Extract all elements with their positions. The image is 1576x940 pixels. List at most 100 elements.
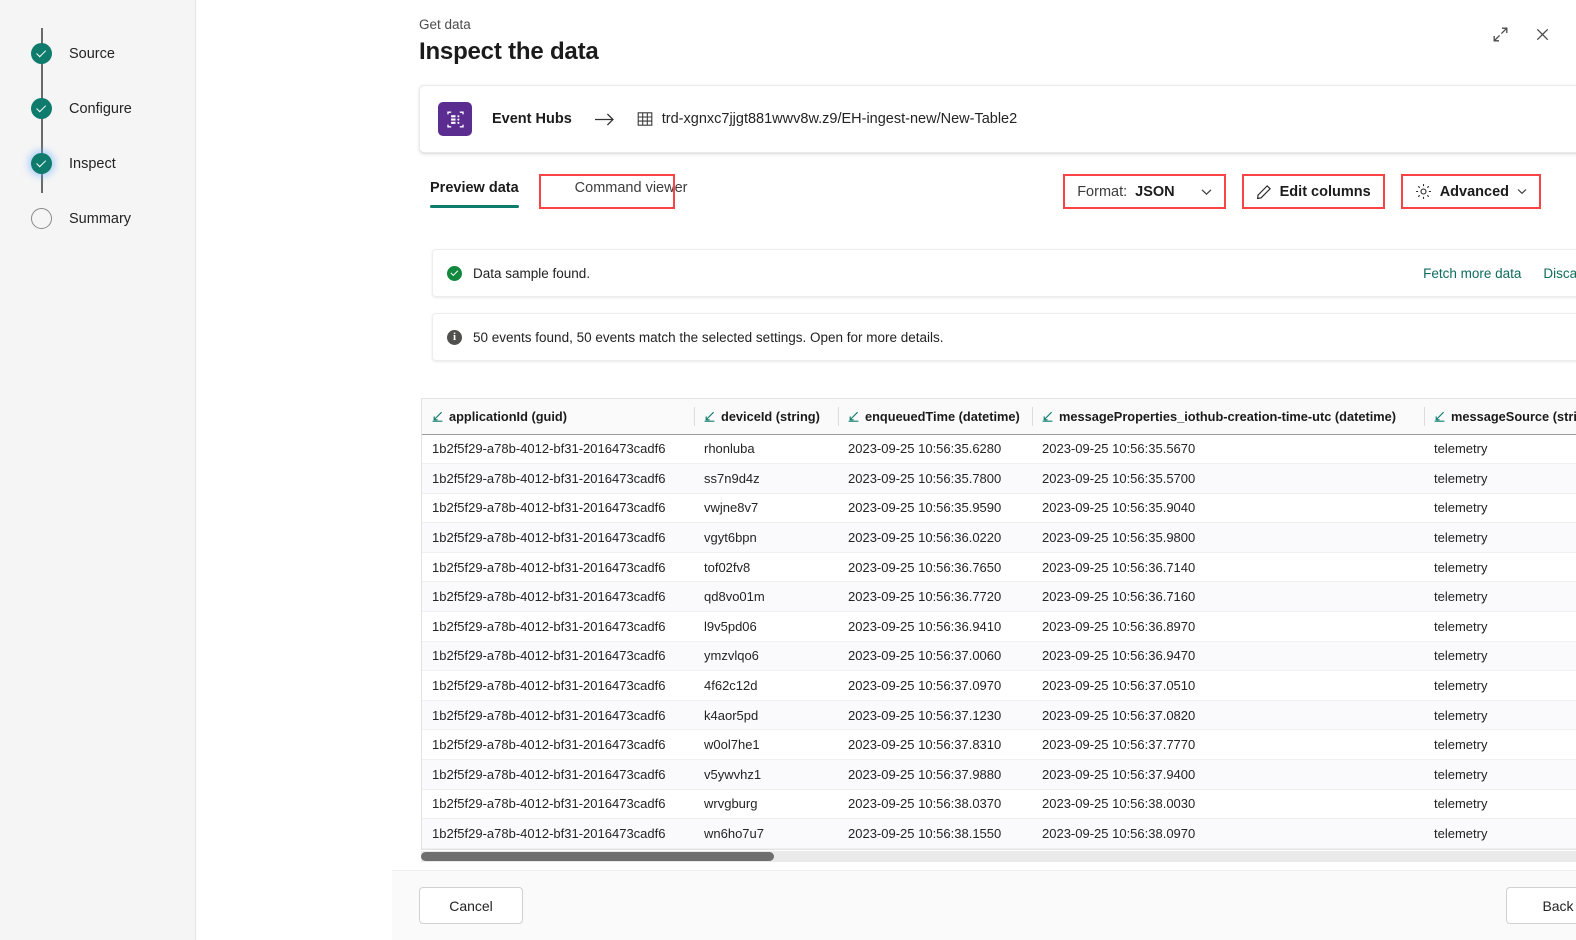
advanced-label: Advanced [1439, 183, 1509, 200]
table-row[interactable]: 1b2f5f29-a78b-4012-bf31-2016473cadf6 tof0… [422, 552, 1576, 583]
sidebar-step-inspect[interactable]: Inspect [0, 136, 195, 191]
table-cell: rhonluba [694, 434, 838, 465]
step-complete-check-icon [31, 98, 52, 119]
format-label: Format: [1077, 183, 1128, 200]
column-header-label: enqueuedTime (datetime) [865, 408, 1020, 424]
table-cell: 2023-09-25 10:56:36.8970 [1032, 611, 1424, 642]
table-cell: 1b2f5f29-a78b-4012-bf31-2016473cadf6 [422, 818, 694, 849]
table-cell: 1b2f5f29-a78b-4012-bf31-2016473cadf6 [422, 493, 694, 524]
table-cell: ymzvlqo6 [694, 641, 838, 672]
table-cell: 2023-09-25 10:56:38.0030 [1032, 789, 1424, 820]
table-cell: 2023-09-25 10:56:35.9040 [1032, 493, 1424, 524]
table-cell: wrvgburg [694, 789, 838, 820]
table-cell: 2023-09-25 10:56:35.5670 [1032, 434, 1424, 465]
table-cell: 1b2f5f29-a78b-4012-bf31-2016473cadf6 [422, 789, 694, 820]
preview-data-grid[interactable]: applicationId (guid) deviceId (string) enq… [421, 398, 1576, 850]
table-row[interactable]: 1b2f5f29-a78b-4012-bf31-2016473cadf6 4f62… [422, 670, 1576, 701]
column-header-enqueuedTime[interactable]: enqueuedTime (datetime) [838, 399, 1032, 435]
table-cell: 4f62c12d [694, 670, 838, 701]
table-row[interactable]: 1b2f5f29-a78b-4012-bf31-2016473cadf6 vgyt… [422, 522, 1576, 553]
table-header-row: applicationId (guid) deviceId (string) enq… [422, 399, 1576, 435]
table-row[interactable]: 1b2f5f29-a78b-4012-bf31-2016473cadf6 ss7n… [422, 463, 1576, 494]
table-row[interactable]: 1b2f5f29-a78b-4012-bf31-2016473cadf6 ymzv… [422, 641, 1576, 672]
table-row[interactable]: 1b2f5f29-a78b-4012-bf31-2016473cadf6 wn6h… [422, 818, 1576, 849]
horizontal-scrollbar[interactable] [421, 851, 1576, 862]
sort-icon [848, 411, 859, 422]
table-cell: l9v5pd06 [694, 611, 838, 642]
chevron-down-icon [1517, 188, 1527, 195]
edit-columns-button[interactable]: Edit columns [1241, 174, 1385, 209]
discard-and-fetch-new-data-link[interactable]: Discard and fetch new data [1543, 266, 1576, 281]
sort-icon [704, 411, 715, 422]
table-cell: 2023-09-25 10:56:35.7800 [838, 463, 1032, 494]
column-header-messageSource[interactable]: messageSource (string) [1424, 399, 1576, 435]
success-check-icon [447, 265, 462, 281]
data-sample-status-bar: Data sample found. Fetch more data Disca… [432, 249, 1576, 297]
table-cell: 2023-09-25 10:56:35.9800 [1032, 522, 1424, 553]
table-cell: 2023-09-25 10:56:37.7770 [1032, 729, 1424, 761]
chevron-down-icon [1201, 188, 1212, 196]
step-complete-check-icon [31, 43, 52, 64]
table-row[interactable]: 1b2f5f29-a78b-4012-bf31-2016473cadf6 v5yw… [422, 759, 1576, 790]
table-cell: 2023-09-25 10:56:36.7160 [1032, 581, 1424, 613]
column-header-applicationId[interactable]: applicationId (guid) [422, 399, 694, 435]
table-cell: 1b2f5f29-a78b-4012-bf31-2016473cadf6 [422, 552, 694, 583]
data-sample-status-text: Data sample found. [473, 265, 591, 281]
step-label: Summary [69, 210, 132, 227]
column-header-messageProperties_iothub-creation-time-utc[interactable]: messageProperties_iothub-creation-time-u… [1032, 399, 1424, 435]
back-button[interactable]: Back [1506, 887, 1576, 924]
table-cell: qd8vo01m [694, 581, 838, 613]
table-cell: k4aor5pd [694, 700, 838, 731]
table-row[interactable]: 1b2f5f29-a78b-4012-bf31-2016473cadf6 w0ol… [422, 729, 1576, 761]
format-selector[interactable]: Format: JSON [1063, 174, 1226, 209]
table-cell: 2023-09-25 10:56:37.9400 [1032, 759, 1424, 790]
table-cell: 2023-09-25 10:56:35.9590 [838, 493, 1032, 524]
info-icon: i [447, 329, 462, 345]
table-cell: 1b2f5f29-a78b-4012-bf31-2016473cadf6 [422, 522, 694, 553]
fetch-more-data-link[interactable]: Fetch more data [1423, 266, 1521, 281]
sidebar-step-source[interactable]: Source [0, 26, 195, 81]
step-label: Inspect [69, 155, 116, 172]
destination-path: trd-xgnxc7jjgt881wwv8w.z9/EH-ingest-new/… [661, 111, 1018, 127]
wizard-footer: Cancel Back Finish [392, 870, 1576, 940]
expand-icon[interactable] [1484, 18, 1516, 50]
page-title: Inspect the data [419, 38, 599, 65]
advanced-button[interactable]: Advanced [1400, 174, 1541, 209]
sidebar-step-summary[interactable]: Summary [0, 191, 195, 246]
table-cell: 1b2f5f29-a78b-4012-bf31-2016473cadf6 [422, 759, 694, 790]
table-row[interactable]: 1b2f5f29-a78b-4012-bf31-2016473cadf6 wrvg… [422, 789, 1576, 820]
table-cell: 2023-09-25 10:56:37.0970 [838, 670, 1032, 701]
table-row[interactable]: 1b2f5f29-a78b-4012-bf31-2016473cadf6 k4ao… [422, 700, 1576, 731]
sidebar-step-configure[interactable]: Configure [0, 81, 195, 136]
table-row[interactable]: 1b2f5f29-a78b-4012-bf31-2016473cadf6 rhon… [422, 434, 1576, 465]
table-cell: 2023-09-25 10:56:37.1230 [838, 700, 1032, 731]
tab-command-viewer[interactable]: Command viewer [563, 176, 700, 208]
sort-icon [1042, 411, 1053, 422]
table-row[interactable]: 1b2f5f29-a78b-4012-bf31-2016473cadf6 l9v5… [422, 611, 1576, 642]
table-cell: 2023-09-25 10:56:38.1550 [838, 818, 1032, 849]
horizontal-scrollbar-thumb[interactable] [421, 852, 774, 861]
column-header-deviceId[interactable]: deviceId (string) [694, 399, 838, 435]
column-header-label: deviceId (string) [721, 408, 820, 424]
table-cell: 2023-09-25 10:56:36.7720 [838, 581, 1032, 613]
table-body: 1b2f5f29-a78b-4012-bf31-2016473cadf6 rhon… [422, 434, 1576, 849]
table-cell: telemetry [1424, 522, 1576, 553]
table-row[interactable]: 1b2f5f29-a78b-4012-bf31-2016473cadf6 vwjn… [422, 493, 1576, 524]
table-cell: telemetry [1424, 434, 1576, 465]
table-cell: 1b2f5f29-a78b-4012-bf31-2016473cadf6 [422, 581, 694, 613]
tab-preview-data[interactable]: Preview data [430, 176, 535, 208]
table-cell: telemetry [1424, 552, 1576, 583]
table-cell: 2023-09-25 10:56:37.9880 [838, 759, 1032, 790]
column-header-label: messageProperties_iothub-creation-time-u… [1059, 408, 1397, 424]
table-row[interactable]: 1b2f5f29-a78b-4012-bf31-2016473cadf6 qd8v… [422, 581, 1576, 613]
table-cell: 2023-09-25 10:56:37.0820 [1032, 700, 1424, 731]
table-cell: 2023-09-25 10:56:36.7650 [838, 552, 1032, 583]
table-cell: telemetry [1424, 700, 1576, 731]
table-icon [637, 111, 653, 127]
cancel-button[interactable]: Cancel [419, 887, 523, 924]
close-icon[interactable] [1526, 18, 1558, 50]
table-cell: 2023-09-25 10:56:36.7140 [1032, 552, 1424, 583]
step-complete-check-icon [31, 153, 52, 174]
source-destination-card: Event Hubs trd-xgnxc7jjgt881wwv8w.z9/EH-… [419, 85, 1576, 153]
table-cell: ss7n9d4z [694, 463, 838, 494]
